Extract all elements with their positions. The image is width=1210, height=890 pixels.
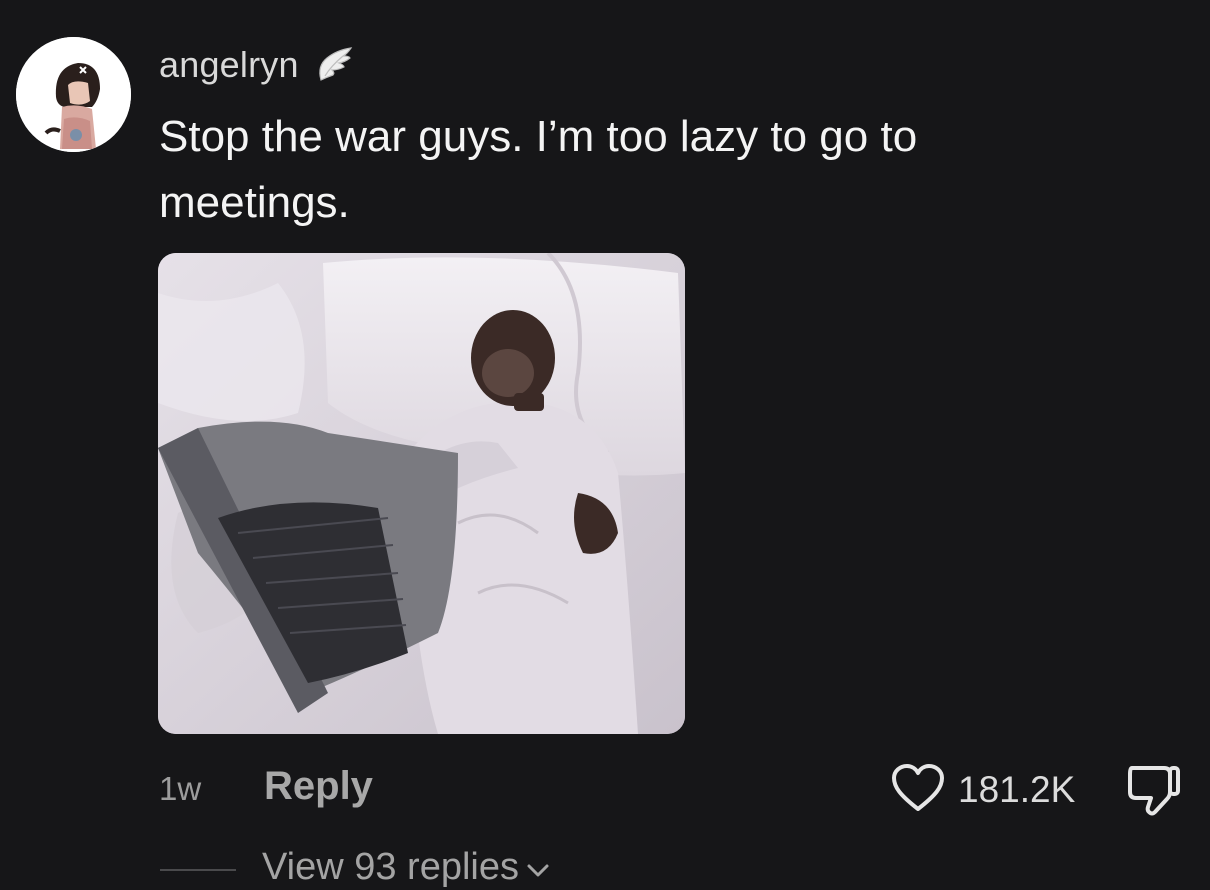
dislike-button[interactable] bbox=[1124, 762, 1184, 818]
username[interactable]: angelryn bbox=[159, 44, 299, 86]
view-replies-button[interactable]: View 93 replies bbox=[262, 846, 551, 890]
heart-outline-icon[interactable] bbox=[890, 763, 946, 818]
comment-media[interactable] bbox=[158, 253, 685, 734]
avatar-image bbox=[16, 37, 131, 152]
like-count: 181.2K bbox=[958, 769, 1076, 810]
avatar[interactable] bbox=[16, 37, 131, 152]
replies-divider bbox=[160, 869, 236, 871]
like-button[interactable]: 181.2K bbox=[890, 762, 1075, 818]
thumbs-down-icon[interactable] bbox=[1124, 766, 1184, 822]
view-replies-label[interactable]: View 93 replies bbox=[262, 846, 519, 888]
timestamp: 1w bbox=[159, 770, 202, 807]
angel-wing-icon bbox=[313, 44, 355, 86]
reply-button[interactable]: Reply bbox=[264, 764, 373, 809]
monkey-laptop-image bbox=[158, 253, 685, 734]
username-row: angelryn bbox=[159, 40, 355, 90]
comment-text: Stop the war guys. I’m too lazy to go to… bbox=[159, 112, 918, 227]
